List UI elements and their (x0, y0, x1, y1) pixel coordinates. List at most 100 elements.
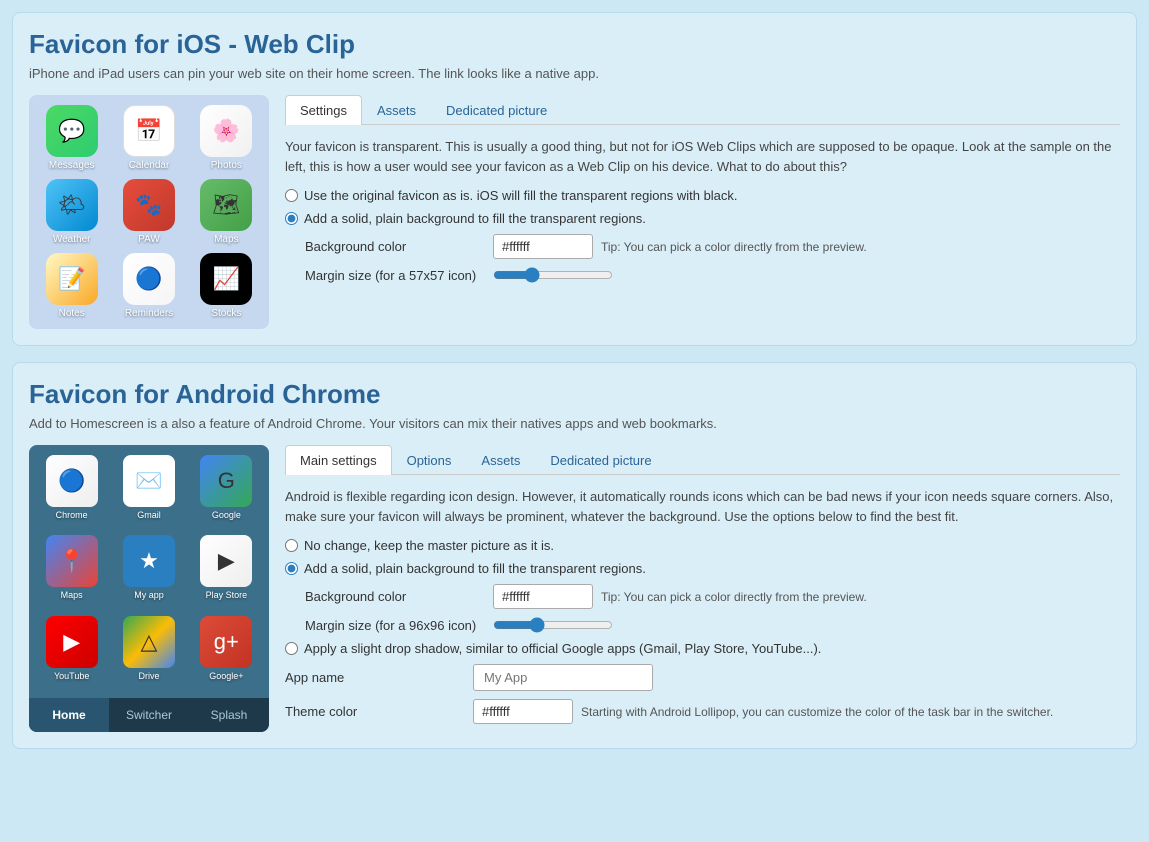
android-radio-2: Add a solid, plain background to fill th… (285, 561, 1120, 576)
android-icon-label: Maps (61, 590, 83, 600)
android-taskbar-splash[interactable]: Splash (189, 698, 269, 732)
android-theme-color-input[interactable] (473, 699, 573, 724)
android-margin-row: Margin size (for a 96x96 icon) (305, 617, 1120, 633)
ios-radio-2: Add a solid, plain background to fill th… (285, 211, 1120, 226)
android-settings-panel: Main settingsOptionsAssetsDedicated pict… (285, 445, 1120, 732)
ios-icon-label: Calendar (129, 160, 170, 171)
android-radio-label-1: No change, keep the master picture as it… (304, 538, 554, 553)
ios-app-icon: 💬 Messages (37, 105, 106, 171)
android-margin-slider[interactable] (493, 617, 613, 633)
android-bg-color-input[interactable] (493, 584, 593, 609)
ios-radio-1: Use the original favicon as is. iOS will… (285, 188, 1120, 203)
android-shadow-row: Apply a slight drop shadow, similar to o… (285, 641, 1120, 656)
android-tabs: Main settingsOptionsAssetsDedicated pict… (285, 445, 1120, 475)
ios-icon-img: 📈 (200, 253, 252, 305)
ios-radio-label-2: Add a solid, plain background to fill th… (304, 211, 646, 226)
android-tip-text: Tip: You can pick a color directly from … (601, 590, 867, 604)
android-icon-img: G (200, 455, 252, 507)
android-radio-input-2[interactable] (285, 562, 298, 575)
android-app-icon: ✉️Gmail (114, 455, 183, 527)
android-app-icon: △ Drive (114, 616, 183, 688)
android-icon-label: Google+ (209, 671, 243, 681)
ios-tabs: SettingsAssetsDedicated picture (285, 95, 1120, 125)
android-icon-label: Google (212, 510, 241, 520)
ios-section: Favicon for iOS - Web Clip iPhone and iP… (12, 12, 1137, 346)
ios-app-icon: 📈Stocks (192, 253, 261, 319)
ios-icon-label: Photos (211, 160, 242, 171)
ios-settings-panel: SettingsAssetsDedicated picture Your fav… (285, 95, 1120, 329)
ios-icon-label: Notes (59, 308, 85, 319)
ios-icon-label: Weather (53, 234, 91, 245)
ios-subtitle: iPhone and iPad users can pin your web s… (29, 66, 1120, 81)
android-bg-color-row: Background color Tip: You can pick a col… (305, 584, 1120, 609)
ios-app-icon: 🗺Maps (192, 179, 261, 245)
ios-icon-label: Messages (49, 160, 95, 171)
android-grid: 🔵Chrome✉️Gmail G Google 📍 Maps ★ My app ▶ Play S… (29, 445, 269, 698)
ios-radio-label-1: Use the original favicon as is. iOS will… (304, 188, 738, 203)
ios-description: Your favicon is transparent. This is usu… (285, 137, 1120, 176)
android-taskbar-home[interactable]: Home (29, 698, 109, 732)
ios-margin-label: Margin size (for a 57x57 icon) (305, 268, 485, 283)
android-appname-input[interactable] (473, 664, 653, 691)
android-margin-label: Margin size (for a 96x96 icon) (305, 618, 485, 633)
android-app-icon: 🔵Chrome (37, 455, 106, 527)
ios-icon-img: 💬 (46, 105, 98, 157)
android-icon-img: ▶ (200, 535, 252, 587)
ios-icon-img: 🌤 (46, 179, 98, 231)
ios-title: Favicon for iOS - Web Clip (29, 29, 1120, 60)
android-taskbar: HomeSwitcherSplash (29, 698, 269, 732)
android-tab-main-settings[interactable]: Main settings (285, 445, 392, 475)
ios-icon-img: 🔵 (123, 253, 175, 305)
ios-margin-row: Margin size (for a 57x57 icon) (305, 267, 1120, 283)
ios-bg-color-row: Background color Tip: You can pick a col… (305, 234, 1120, 259)
android-app-icon: ▶ Play Store (192, 535, 261, 607)
android-app-icon: ▶ YouTube (37, 616, 106, 688)
android-shadow-input[interactable] (285, 642, 298, 655)
android-taskbar-switcher[interactable]: Switcher (109, 698, 189, 732)
ios-icon-label: Maps (214, 234, 238, 245)
ios-radio-input-1[interactable] (285, 189, 298, 202)
android-radio-1: No change, keep the master picture as it… (285, 538, 1120, 553)
android-appname-label: App name (285, 670, 465, 685)
ios-app-icon: 🌤 Weather (37, 179, 106, 245)
ios-preview: 💬 Messages 📅 Calendar 🌸Photos 🌤 Weather 🐾PAW🗺Ma… (29, 95, 269, 329)
android-preview: 🔵Chrome✉️Gmail G Google 📍 Maps ★ My app ▶ Play S… (29, 445, 269, 732)
android-icon-label: Drive (138, 671, 159, 681)
android-icon-img: g+ (200, 616, 252, 668)
android-app-icon: ★ My app (114, 535, 183, 607)
ios-app-icon: 📅 Calendar (114, 105, 183, 171)
ios-icon-img: 📅 (123, 105, 175, 157)
ios-app-icon: 🐾PAW (114, 179, 183, 245)
android-icon-img: △ (123, 616, 175, 668)
android-icon-label: YouTube (54, 671, 89, 681)
android-radio-input-1[interactable] (285, 539, 298, 552)
android-theme-color-label: Theme color (285, 704, 465, 719)
android-description: Android is flexible regarding icon desig… (285, 487, 1120, 526)
ios-tab-assets[interactable]: Assets (362, 95, 431, 125)
ios-app-icon: 🔵Reminders (114, 253, 183, 319)
ios-margin-slider[interactable] (493, 267, 613, 283)
android-icon-label: Play Store (206, 590, 248, 600)
ios-bg-color-input[interactable] (493, 234, 593, 259)
android-icon-img: 📍 (46, 535, 98, 587)
android-shadow-label: Apply a slight drop shadow, similar to o… (304, 641, 821, 656)
android-bg-color-label: Background color (305, 589, 485, 604)
ios-icon-label: PAW (138, 234, 160, 245)
ios-radio-input-2[interactable] (285, 212, 298, 225)
android-theme-color-tip: Starting with Android Lollipop, you can … (581, 705, 1053, 719)
ios-tab-settings[interactable]: Settings (285, 95, 362, 125)
android-tab-assets[interactable]: Assets (466, 445, 535, 475)
android-appname-row: App name (285, 664, 1120, 691)
ios-tab-dedicated-picture[interactable]: Dedicated picture (431, 95, 562, 125)
android-icon-img: ▶ (46, 616, 98, 668)
ios-tip-text: Tip: You can pick a color directly from … (601, 240, 867, 254)
android-tab-dedicated-picture[interactable]: Dedicated picture (535, 445, 666, 475)
android-icon-label: My app (134, 590, 164, 600)
android-app-icon: g+ Google+ (192, 616, 261, 688)
android-app-icon: 📍 Maps (37, 535, 106, 607)
android-tab-options[interactable]: Options (392, 445, 467, 475)
ios-bg-color-label: Background color (305, 239, 485, 254)
android-icon-img: ★ (123, 535, 175, 587)
ios-app-icon: 🌸Photos (192, 105, 261, 171)
android-icon-label: Chrome (56, 510, 88, 520)
